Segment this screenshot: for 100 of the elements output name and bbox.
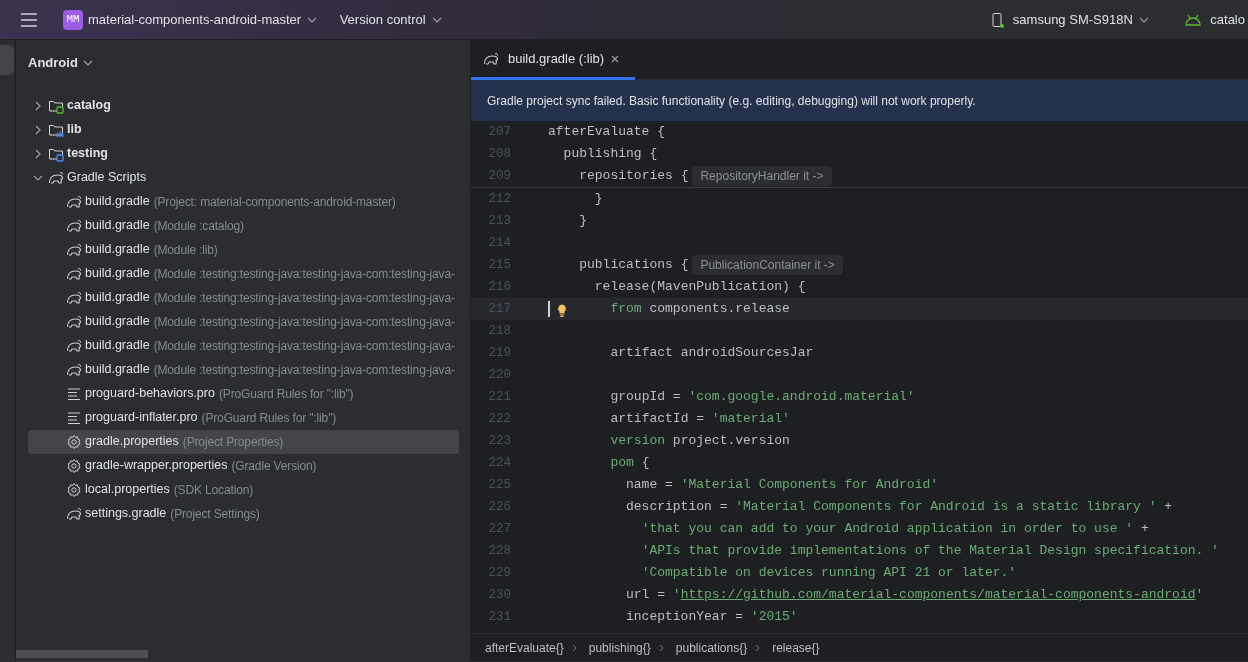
item-detail: (Module :testing:testing-java:testing-java-com:testing-java- xyxy=(153,313,455,331)
item-label: build.gradle xyxy=(85,193,150,211)
project-selector[interactable]: MM material-components-android-master xyxy=(57,6,328,33)
item-detail: (Module :catalog) xyxy=(153,217,244,235)
item-label: proguard-inflater.pro xyxy=(85,409,198,427)
item-label: testing xyxy=(67,145,108,163)
view-selector[interactable]: Android xyxy=(28,53,97,73)
elephant-icon xyxy=(66,313,82,330)
item-detail: (Module :testing:testing-java:testing-java-com:testing-java- xyxy=(153,265,455,283)
item-label: build.gradle xyxy=(85,337,150,355)
tree-item[interactable]: build.gradle (Module :testing:testing-java:testing-java-com:testing-java- xyxy=(28,357,459,382)
breadcrumb[interactable]: publications{} xyxy=(673,638,750,657)
item-label: lib xyxy=(67,121,82,139)
code-line: } xyxy=(579,212,588,231)
inlay-hint: PublicationContainer it -> xyxy=(692,255,843,275)
tree-item[interactable]: gradle-wrapper.properties (Gradle Version) xyxy=(28,453,459,478)
item-detail: (Project Properties) xyxy=(182,433,284,451)
code-line: artifactId = 'material' xyxy=(610,410,790,429)
elephant-icon xyxy=(66,241,82,258)
code-line: afterEvaluate { xyxy=(548,123,666,142)
tree-item[interactable]: build.gradle (Module :testing:testing-java:testing-java-com:testing-java- xyxy=(28,261,459,286)
item-detail: (Project: material-components-android-master) xyxy=(153,193,396,211)
tree-item[interactable]: testing xyxy=(28,141,459,166)
code-line: from components.release xyxy=(610,300,790,319)
tree-item[interactable]: local.properties (SDK Location) xyxy=(28,477,459,502)
code-line: repositories { xyxy=(579,167,689,186)
item-detail: (Module :lib) xyxy=(153,241,218,259)
item-label: catalog xyxy=(67,97,111,115)
code-line: publications { xyxy=(579,256,689,275)
inlay-hint: RepositoryHandler it -> xyxy=(692,166,832,186)
scrollbar[interactable] xyxy=(16,650,148,658)
code-line: publishing { xyxy=(563,145,658,164)
tree-item[interactable]: Gradle Scripts xyxy=(28,165,459,190)
code-line: 'that you can add to your Android application in order to use ' + xyxy=(641,520,1149,539)
item-label: build.gradle xyxy=(85,217,150,235)
item-detail: (Project Settings) xyxy=(170,505,260,523)
item-label: build.gradle xyxy=(85,313,150,331)
breadcrumb[interactable]: afterEvaluate{} xyxy=(483,638,566,657)
item-label: proguard-behaviors.pro xyxy=(85,385,215,403)
code-line: groupId = 'com.google.android.material' xyxy=(610,388,915,407)
code-line: inceptionYear = '2015' xyxy=(626,608,798,627)
code-line: 'Compatible on devices running API 21 or later.' xyxy=(641,564,1017,583)
version-control-menu[interactable]: Version control xyxy=(333,6,452,33)
run-configuration[interactable]: catalo xyxy=(1178,6,1248,33)
item-detail: (ProGuard Rules for ":lib") xyxy=(218,385,354,403)
text-lines-icon xyxy=(66,409,82,426)
tree-item[interactable]: build.gradle (Module :lib) xyxy=(28,237,459,262)
item-label: settings.gradle xyxy=(85,505,167,523)
code-line: version project.version xyxy=(610,432,790,451)
code-line: url = 'https://github.com/material-components/material-components-android' xyxy=(626,586,1204,605)
elephant-icon xyxy=(66,289,82,306)
item-label: Gradle Scripts xyxy=(67,169,147,187)
text-lines-icon xyxy=(66,385,82,402)
tree-item[interactable]: proguard-inflater.pro (ProGuard Rules for ":lib") xyxy=(28,405,459,430)
item-detail: (SDK Location) xyxy=(173,481,254,499)
elephant-icon xyxy=(48,169,64,186)
code-line: release(MavenPublication) { xyxy=(594,278,806,297)
breadcrumb[interactable]: release{} xyxy=(770,638,822,657)
tree-item[interactable]: build.gradle (Project: material-components-android-master) xyxy=(28,189,459,214)
code-line: 'APIs that provide implementations of the Material Design specification. ' xyxy=(641,542,1219,561)
item-detail: (ProGuard Rules for ":lib") xyxy=(201,409,337,427)
elephant-icon xyxy=(483,50,499,67)
sync-warning-banner: Gradle project sync failed. Basic functionality (e.g. editing, debugging) will not work properly. xyxy=(471,80,1248,121)
lightbulb-icon xyxy=(555,303,569,319)
elephant-icon xyxy=(66,193,82,210)
code-line: description = 'Material Components for Android is a static library ' + xyxy=(626,498,1173,517)
elephant-icon xyxy=(66,217,82,234)
text-caret xyxy=(548,301,550,317)
item-label: local.properties xyxy=(85,481,170,499)
tree-item[interactable]: settings.gradle (Project Settings) xyxy=(28,501,459,526)
tree-item[interactable]: build.gradle (Module :catalog) xyxy=(28,213,459,238)
code-line: pom { xyxy=(610,454,650,473)
tree-item[interactable]: lib xyxy=(28,117,459,142)
tool-window-button[interactable] xyxy=(0,45,14,75)
code-line: name = 'Material Components for Android' xyxy=(626,476,939,495)
item-label: build.gradle xyxy=(85,241,150,259)
tree-item[interactable]: build.gradle (Module :testing:testing-java:testing-java-com:testing-java- xyxy=(28,333,459,358)
item-label: gradle-wrapper.properties xyxy=(85,457,228,475)
item-detail: (Module :testing:testing-java:testing-java-com:testing-java- xyxy=(153,337,455,355)
tree-item[interactable]: catalog xyxy=(28,93,459,118)
tree-item[interactable]: build.gradle (Module :testing:testing-java:testing-java-com:testing-java- xyxy=(28,309,459,334)
tree-item[interactable]: proguard-behaviors.pro (ProGuard Rules for ":lib") xyxy=(28,381,459,406)
device-selector[interactable]: samsung SM-S918N xyxy=(983,6,1159,33)
elephant-icon xyxy=(66,265,82,282)
tree-item[interactable]: build.gradle (Module :testing:testing-java:testing-java-com:testing-java- xyxy=(28,285,459,310)
gear-icon xyxy=(66,457,82,474)
item-detail: (Module :testing:testing-java:testing-java-com:testing-java- xyxy=(153,361,455,379)
android-icon xyxy=(1184,12,1203,27)
elephant-icon xyxy=(66,337,82,354)
tree-item[interactable]: gradle.properties (Project Properties) xyxy=(28,429,459,454)
gear-icon xyxy=(66,481,82,498)
item-detail: (Gradle Version) xyxy=(231,457,317,475)
item-label: gradle.properties xyxy=(85,433,179,451)
elephant-icon xyxy=(66,361,82,378)
code-line: artifact androidSourcesJar xyxy=(610,344,814,363)
elephant-icon xyxy=(66,505,82,522)
gear-icon xyxy=(66,433,82,450)
breadcrumb[interactable]: publishing{} xyxy=(586,638,653,657)
item-detail: (Module :testing:testing-java:testing-java-com:testing-java- xyxy=(153,289,455,307)
menu-icon[interactable] xyxy=(19,12,38,27)
